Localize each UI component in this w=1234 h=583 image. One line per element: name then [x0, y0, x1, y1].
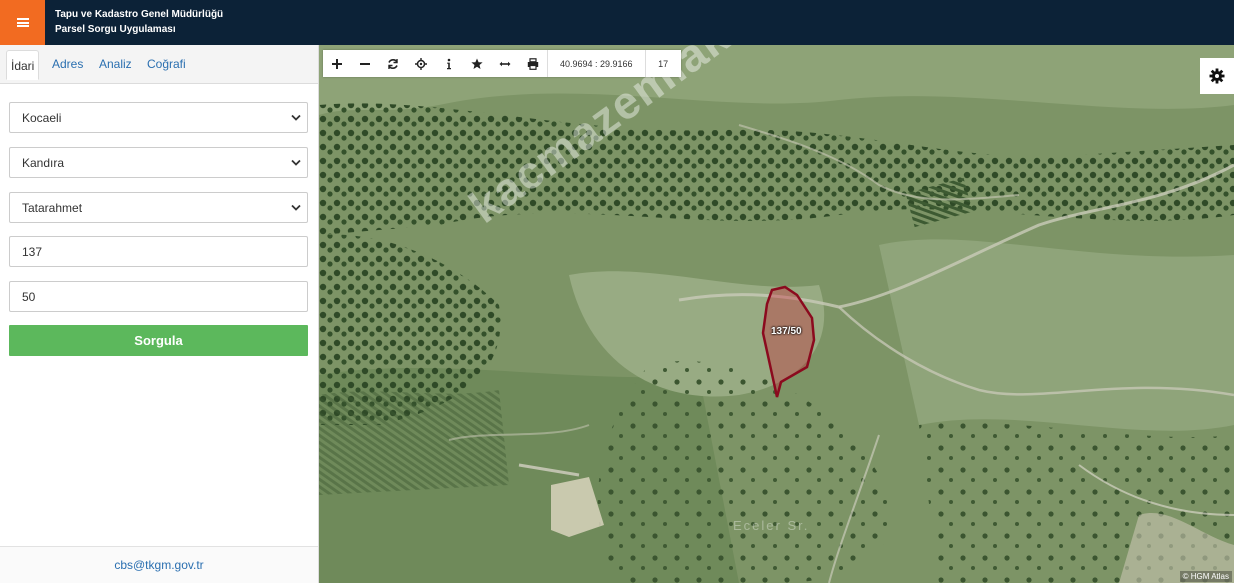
- district-select[interactable]: Kandıra: [9, 147, 308, 178]
- parcel-input[interactable]: 50: [9, 281, 308, 312]
- tab-idari[interactable]: İdari: [6, 50, 40, 80]
- print-icon: [527, 57, 539, 70]
- map-view[interactable]: Eceler Sr. kacmazemlak.com 137/50 40.969…: [319, 45, 1234, 583]
- tab-adres[interactable]: Adres: [47, 53, 88, 75]
- zoom-in-button[interactable]: [323, 50, 351, 77]
- district-select-value: Kandıra: [22, 155, 65, 170]
- star-icon: [471, 58, 483, 69]
- info-button[interactable]: [435, 50, 463, 77]
- coordinate-readout: 40.9694 : 29.9166: [547, 50, 645, 77]
- tab-bar: İdari Adres Analiz Coğrafi: [0, 45, 318, 84]
- gear-icon: [1209, 68, 1225, 84]
- locate-icon: [415, 57, 427, 70]
- tab-cografi[interactable]: Coğrafi: [142, 53, 191, 75]
- block-input[interactable]: 137: [9, 236, 308, 267]
- app-title-line2: Parsel Sorgu Uygulaması: [55, 24, 176, 35]
- measure-icon: [499, 61, 511, 66]
- print-button[interactable]: [519, 50, 547, 77]
- place-label: Eceler Sr.: [733, 518, 810, 533]
- measure-button[interactable]: [491, 50, 519, 77]
- province-select-value: Kocaeli: [22, 110, 62, 125]
- block-input-value: 137: [22, 244, 43, 259]
- chevron-down-icon: [291, 114, 301, 121]
- zoom-out-icon: [360, 62, 370, 65]
- parcel-input-value: 50: [22, 289, 36, 304]
- neighborhood-select[interactable]: Tatarahmet: [9, 192, 308, 223]
- menu-button[interactable]: [0, 0, 45, 45]
- province-select[interactable]: Kocaeli: [9, 102, 308, 133]
- zoom-in-icon: [332, 58, 342, 69]
- app-title-line1: Tapu ve Kadastro Genel Müdürlüğü: [55, 9, 224, 20]
- favorite-button[interactable]: [463, 50, 491, 77]
- app-title: Tapu ve Kadastro Genel Müdürlüğü Parsel …: [55, 7, 223, 37]
- sidebar: İdari Adres Analiz Coğrafi Kocaeli Kandı…: [0, 45, 319, 583]
- locate-button[interactable]: [407, 50, 435, 77]
- zoom-level: 17: [644, 50, 681, 77]
- map-toolbar: 40.9694 : 29.9166 17: [323, 50, 681, 77]
- neighborhood-select-value: Tatarahmet: [22, 200, 83, 215]
- zoom-out-button[interactable]: [351, 50, 379, 77]
- parcel-label: 137/50: [771, 326, 802, 337]
- info-icon: [447, 58, 451, 69]
- sidebar-footer: cbs@tkgm.gov.tr: [0, 546, 318, 583]
- settings-button[interactable]: [1200, 58, 1234, 94]
- contact-email-link[interactable]: cbs@tkgm.gov.tr: [114, 558, 203, 572]
- chevron-down-icon: [291, 159, 301, 166]
- chevron-down-icon: [291, 204, 301, 211]
- refresh-button[interactable]: [379, 50, 407, 77]
- app-header: Tapu ve Kadastro Genel Müdürlüğü Parsel …: [0, 0, 1234, 45]
- refresh-icon: [388, 58, 398, 69]
- tab-analiz[interactable]: Analiz: [94, 53, 137, 75]
- satellite-imagery: [319, 45, 1234, 583]
- map-attribution: © HGM Atlas: [1179, 571, 1232, 582]
- query-button[interactable]: Sorgula: [9, 325, 308, 356]
- hamburger-icon: [16, 18, 29, 27]
